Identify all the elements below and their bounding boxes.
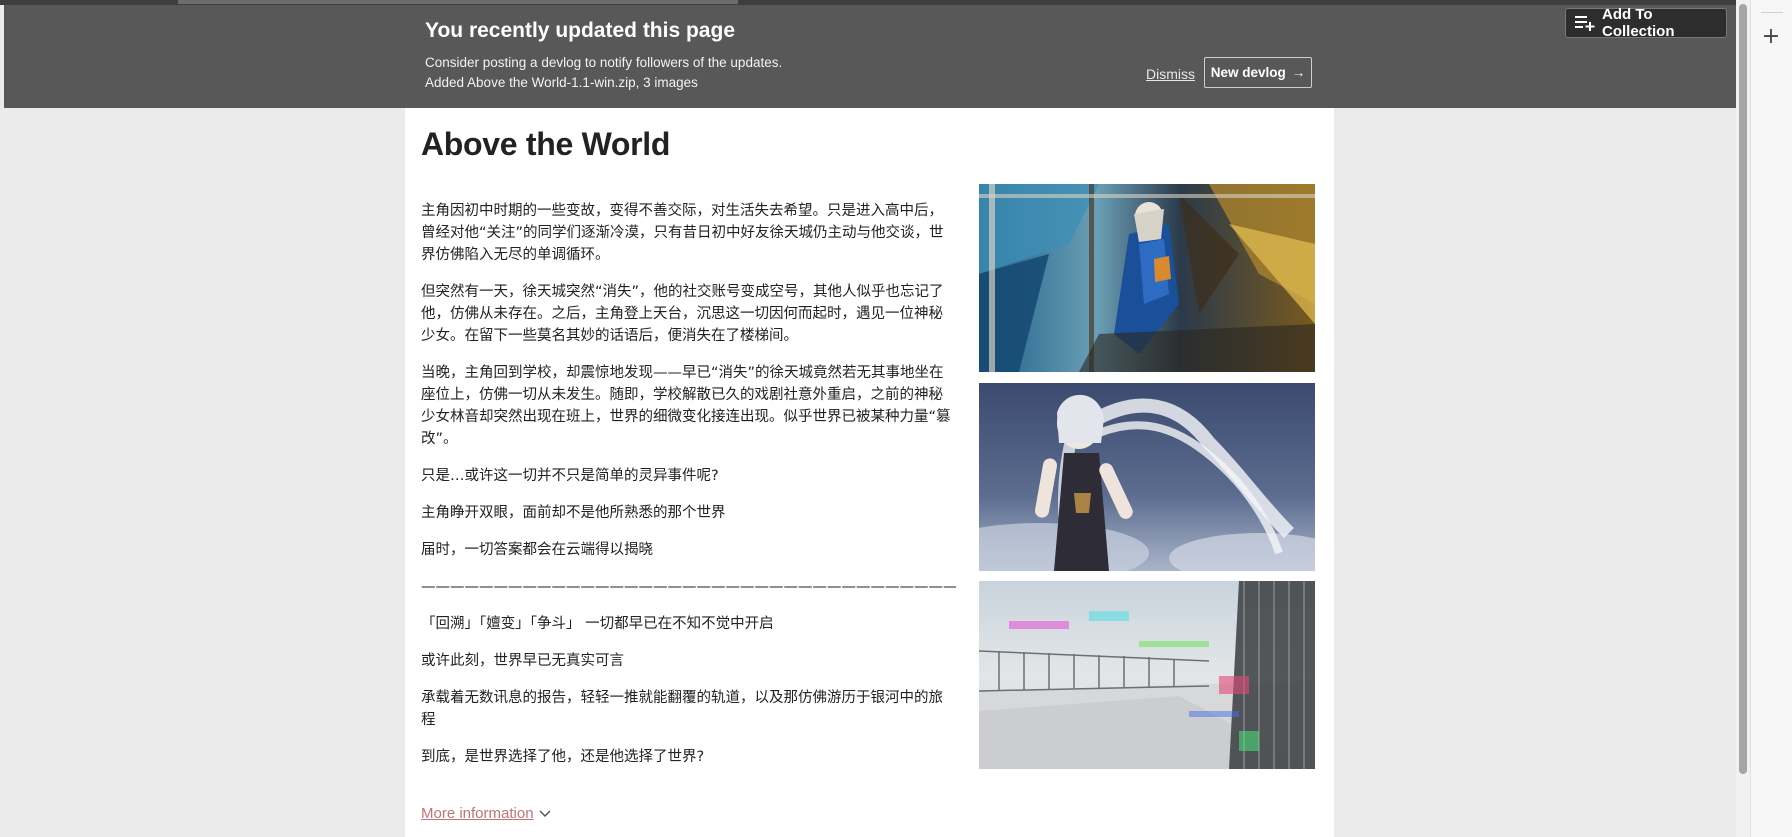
description-paragraph: 但突然有一天，徐天城突然“消失”，他的社交账号变成空号，其他人似乎也忘记了他，仿…	[421, 284, 944, 344]
arrow-right-icon: →	[1291, 65, 1306, 80]
update-banner: You recently updated this page Consider …	[4, 5, 1736, 108]
new-devlog-label: New devlog	[1210, 65, 1286, 80]
description-divider: ————————————————————————————————————————	[421, 579, 956, 595]
dismiss-link[interactable]: Dismiss	[1146, 66, 1195, 82]
game-page-content: Above the World 主角因初中时期的一些变故，变得不善交际，对生活失…	[405, 108, 1334, 837]
description-paragraph: 主角因初中时期的一些变故，变得不善交际，对生活失去希望。只是进入高中后，曾经对他…	[421, 203, 944, 263]
banner-title: You recently updated this page	[425, 19, 735, 42]
description-paragraph: 或许此刻，世界早已无真实可言	[421, 653, 624, 669]
more-information-label: More information	[421, 805, 534, 822]
screenshot-white-haired-girl-image[interactable]	[979, 383, 1315, 571]
description-paragraph: 主角睁开双眼，面前却不是他所熟悉的那个世界	[421, 505, 726, 521]
banner-update-summary: Added Above the World-1.1-win.zip, 3 ima…	[425, 75, 698, 90]
description-paragraph: 只是…或许这一切并不只是简单的灵异事件呢?	[421, 468, 719, 484]
banner-message: Consider posting a devlog to notify foll…	[425, 55, 783, 70]
browser-side-panel	[1750, 0, 1792, 837]
description-paragraph: 届时，一切答案都会在云端得以揭晓	[421, 542, 653, 558]
add-to-collection-button[interactable]: Add To Collection	[1565, 6, 1727, 40]
page-scrollbar-thumb[interactable]	[1739, 4, 1747, 774]
playlist-add-icon	[1575, 16, 1595, 31]
description-paragraph: 「回溯」「嬗变」「争斗」 一切都早已在不知不觉中开启	[421, 616, 774, 632]
new-devlog-button[interactable]: New devlog →	[1204, 57, 1312, 88]
description-paragraph: 到底，是世界选择了他，还是他选择了世界?	[421, 749, 705, 765]
chevron-down-icon	[539, 809, 551, 817]
top-progress-segment	[178, 0, 738, 4]
side-panel-divider	[1761, 12, 1783, 13]
description-paragraph: 承载着无数讯息的报告，轻轻一推就能翻覆的轨道，以及那仿佛游历于银河中的旅程	[421, 690, 943, 728]
description-paragraph: 当晚，主角回到学校，却震惊地发现——早已“消失”的徐天城竟然若无其事地坐在座位上…	[421, 365, 951, 447]
screenshot-painted-figure-image[interactable]	[979, 184, 1315, 372]
game-title: Above the World	[421, 126, 671, 162]
add-to-collection-label: Add To Collection	[1602, 6, 1675, 40]
plus-icon[interactable]: +	[1760, 26, 1782, 48]
game-description: 主角因初中时期的一些变故，变得不善交际，对生活失去希望。只是进入高中后，曾经对他…	[421, 200, 956, 783]
screenshot-glitched-rooftop-image[interactable]	[979, 581, 1315, 769]
more-information-link[interactable]: More information	[421, 805, 551, 822]
